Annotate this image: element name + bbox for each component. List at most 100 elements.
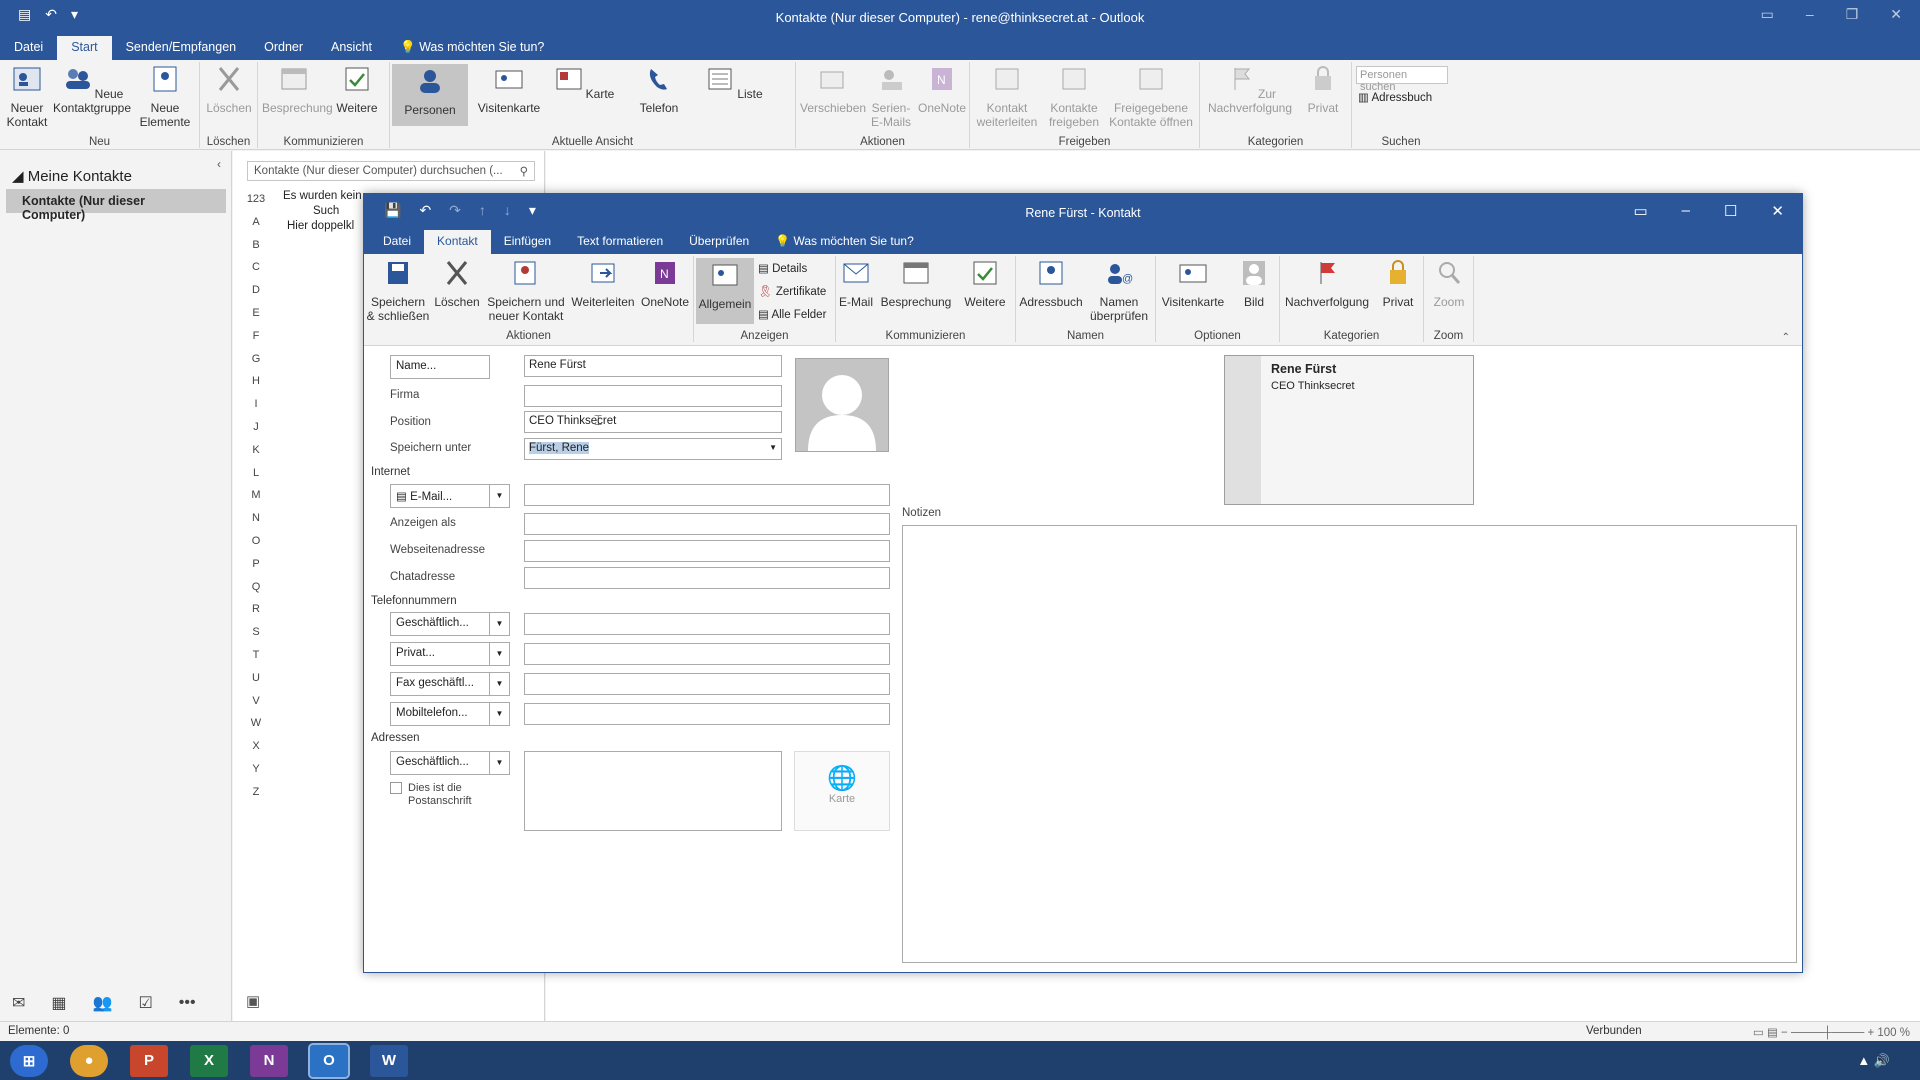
details-button[interactable]: ▤ Details: [758, 258, 826, 281]
minimize-icon[interactable]: –: [1682, 202, 1690, 220]
alphabet-letter[interactable]: R: [243, 603, 269, 626]
alphabet-letter[interactable]: G: [243, 353, 269, 376]
volume-icon[interactable]: ▲ 🔊: [1857, 1053, 1890, 1069]
ribbon-display-icon[interactable]: ▭: [1633, 202, 1647, 220]
mail-icon[interactable]: ✉: [12, 993, 25, 1013]
search-people-input[interactable]: Personen suchen: [1356, 66, 1448, 93]
tab-datei[interactable]: Datei: [370, 230, 424, 254]
tab-einfuegen[interactable]: Einfügen: [491, 230, 564, 254]
alphabet-letter[interactable]: Z: [243, 786, 269, 809]
alphabet-letter[interactable]: S: [243, 626, 269, 649]
outlook-taskbar-icon[interactable]: O: [308, 1042, 350, 1079]
picture-button[interactable]: Bild: [1232, 258, 1276, 309]
chrome-icon[interactable]: ●: [70, 1044, 108, 1077]
alphabet-letter[interactable]: Q: [243, 581, 269, 604]
tab-ordner[interactable]: Ordner: [250, 36, 317, 60]
tell-me[interactable]: 💡 Was möchten Sie tun?: [762, 230, 927, 254]
chevron-down-icon[interactable]: ▼: [489, 752, 509, 774]
alphabet-letter[interactable]: D: [243, 284, 269, 307]
chevron-down-icon[interactable]: ▼: [489, 703, 509, 725]
mailmerge-button[interactable]: Serien-E-Mails: [866, 64, 916, 129]
check-names-button[interactable]: @ Namen überprüfen: [1086, 258, 1152, 323]
phone-type-mobile-button[interactable]: Mobiltelefon... ▼: [390, 702, 510, 726]
alphabet-letter[interactable]: W: [243, 717, 269, 740]
phone-business-field[interactable]: [524, 613, 890, 635]
save-new-button[interactable]: Speichern und neuer Kontakt: [484, 258, 568, 323]
folder-item-contacts[interactable]: Kontakte (Nur dieser Computer): [6, 189, 226, 222]
alphabet-letter[interactable]: L: [243, 467, 269, 490]
alphabet-letter[interactable]: A: [243, 216, 269, 239]
restore-icon[interactable]: ❐: [1846, 6, 1859, 23]
start-icon[interactable]: ⊞: [10, 1044, 48, 1077]
view-personen-button[interactable]: Personen: [392, 64, 468, 126]
contacts-search-input[interactable]: Kontakte (Nur dieser Computer) durchsuch…: [247, 161, 535, 181]
email-field[interactable]: [524, 484, 890, 506]
alphabet-letter[interactable]: E: [243, 307, 269, 330]
new-items-button[interactable]: Neue Elemente: [134, 64, 196, 129]
view-liste-button[interactable]: Liste: [700, 64, 766, 101]
map-button[interactable]: 🌐 Karte: [794, 751, 890, 831]
chevron-down-icon[interactable]: ▼: [489, 673, 509, 695]
postal-address-checkbox[interactable]: [390, 782, 402, 794]
tab-text-formatieren[interactable]: Text formatieren: [564, 230, 676, 254]
alphabet-letter[interactable]: Y: [243, 763, 269, 786]
more-nav-icon[interactable]: •••: [179, 994, 196, 1012]
search-icon[interactable]: ⚲: [520, 164, 528, 178]
phone-type-fax-button[interactable]: Fax geschäftl... ▼: [390, 672, 510, 696]
alphabet-letter[interactable]: M: [243, 489, 269, 512]
people-nav-icon[interactable]: 👥: [93, 993, 113, 1013]
chevron-down-icon[interactable]: ▼: [489, 643, 509, 665]
name-field[interactable]: Rene Fürst: [524, 355, 782, 377]
move-button[interactable]: Verschieben: [800, 64, 866, 115]
business-card-preview[interactable]: Rene Fürst CEO Thinksecret: [1224, 355, 1474, 505]
all-fields-button[interactable]: ▤ Alle Felder: [758, 304, 826, 327]
tell-me[interactable]: 💡 Was möchten Sie tun?: [386, 36, 558, 60]
chat-address-field[interactable]: [524, 567, 890, 589]
name-button[interactable]: Name...: [390, 355, 490, 379]
onenote-taskbar-icon[interactable]: N: [250, 1044, 288, 1077]
tab-datei[interactable]: Datei: [0, 36, 57, 60]
alphabet-letter[interactable]: V: [243, 695, 269, 718]
followup-button[interactable]: Nachverfolgung: [1282, 258, 1372, 309]
alphabet-letter[interactable]: C: [243, 261, 269, 284]
tasks-nav-icon[interactable]: ☑: [138, 993, 152, 1013]
view-general-button[interactable]: Allgemein: [696, 258, 754, 324]
email-type-button[interactable]: ▤ E-Mail... ▼: [390, 484, 510, 508]
phone-mobile-field[interactable]: [524, 703, 890, 725]
saveas-dropdown[interactable]: Fürst, Rene ▼: [524, 438, 782, 460]
tab-kontakt[interactable]: Kontakt: [424, 230, 491, 254]
minimize-icon[interactable]: –: [1806, 6, 1814, 23]
close-icon[interactable]: ✕: [1771, 202, 1784, 220]
excel-icon[interactable]: X: [190, 1044, 228, 1077]
phone-fax-field[interactable]: [524, 673, 890, 695]
zoom-control[interactable]: ▭ ▤ − ────┼──── + 100 %: [1753, 1025, 1910, 1039]
calendar-nav-icon[interactable]: ▦: [51, 993, 66, 1013]
new-contact-button[interactable]: Neuer Kontakt: [4, 64, 50, 129]
powerpoint-icon[interactable]: P: [130, 1044, 168, 1077]
view-visitenkarte-button[interactable]: Visitenkarte: [474, 64, 544, 115]
open-shared-contacts-button[interactable]: Freigegebene Kontakte öffnen: [1106, 64, 1196, 129]
notes-field[interactable]: [902, 525, 1797, 963]
private-button[interactable]: Privat: [1376, 258, 1420, 309]
more-button[interactable]: Weitere: [330, 64, 384, 115]
collapse-ribbon-icon[interactable]: ⌃: [1782, 332, 1790, 343]
new-contact-group-button[interactable]: Neue Kontaktgruppe: [52, 64, 132, 115]
addressbook-button[interactable]: ▥ Adressbuch: [1358, 90, 1432, 104]
forward-button[interactable]: Weiterleiten: [570, 258, 636, 309]
display-as-field[interactable]: [524, 513, 890, 535]
save-close-button[interactable]: Speichern & schließen: [366, 258, 430, 323]
zoom-button[interactable]: Zoom: [1426, 258, 1472, 309]
view-telefon-button[interactable]: Telefon: [624, 64, 694, 115]
private-button[interactable]: Privat: [1300, 64, 1346, 115]
collapse-pane-icon[interactable]: ‹: [217, 157, 221, 171]
phone-type-private-button[interactable]: Privat... ▼: [390, 642, 510, 666]
alphabet-letter[interactable]: N: [243, 512, 269, 535]
word-icon[interactable]: W: [370, 1044, 408, 1077]
my-contacts-header[interactable]: ◢ Meine Kontakte: [12, 167, 132, 185]
alphabet-letter[interactable]: J: [243, 421, 269, 444]
alphabet-letter[interactable]: H: [243, 375, 269, 398]
tab-ueberpruefen[interactable]: Überprüfen: [676, 230, 762, 254]
alphabet-letter[interactable]: B: [243, 239, 269, 262]
tab-senden-empfangen[interactable]: Senden/Empfangen: [112, 36, 251, 60]
alphabet-letter[interactable]: I: [243, 398, 269, 421]
